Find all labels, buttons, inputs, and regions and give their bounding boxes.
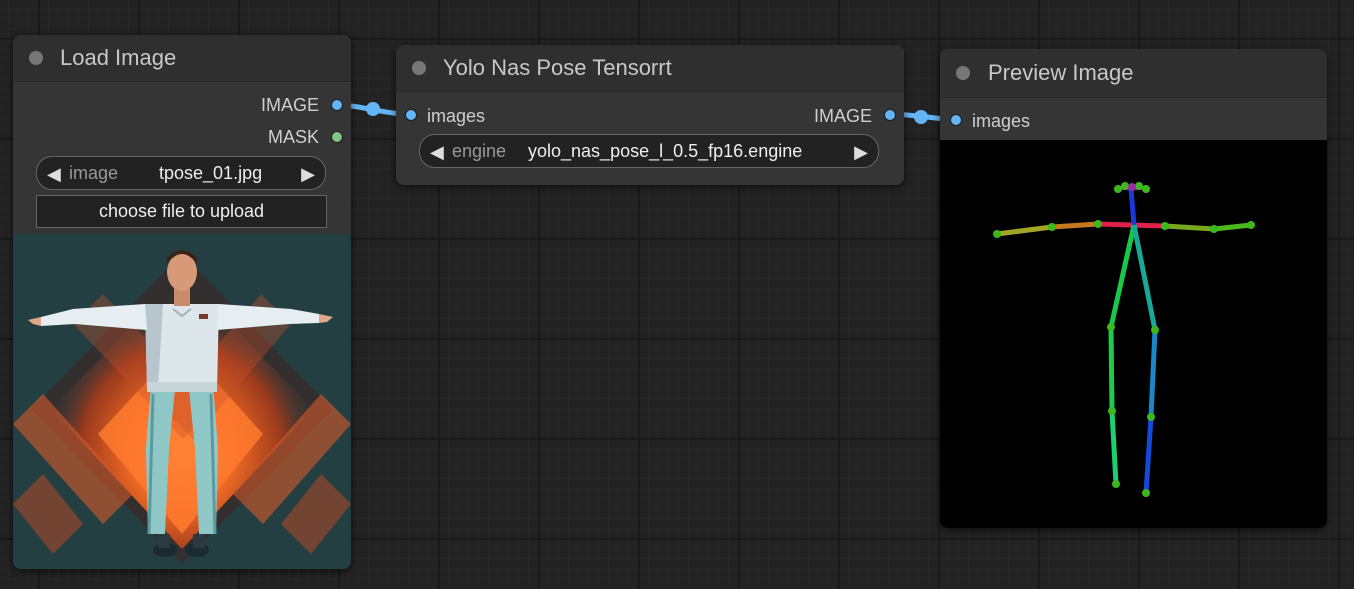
output-label-mask: MASK: [267, 127, 319, 147]
left-arrow-icon[interactable]: ◀: [430, 137, 444, 167]
pose-skeleton: [993, 182, 1255, 497]
output-slot-mask[interactable]: [331, 131, 343, 143]
yolo-nas-pose-node[interactable]: Yolo Nas Pose Tensorrt images IMAGE ◀ en…: [396, 45, 904, 185]
load-image-node[interactable]: Load Image IMAGE MASK ◀ image tpose_01.j…: [13, 35, 351, 569]
output-label-image: IMAGE: [260, 95, 319, 115]
image-combo-widget[interactable]: ◀ image tpose_01.jpg ▶: [36, 156, 326, 190]
load-image-title-bar[interactable]: Load Image: [13, 35, 351, 82]
widget-label: engine: [452, 141, 507, 161]
input-slot-images[interactable]: [950, 114, 962, 126]
output-label-image: IMAGE: [813, 106, 872, 126]
input-slot-images[interactable]: [405, 109, 417, 121]
node-title: Yolo Nas Pose Tensorrt: [443, 55, 672, 80]
upload-button[interactable]: choose file to upload: [36, 195, 327, 228]
input-label-images: images: [972, 111, 1031, 131]
left-arrow-icon[interactable]: ◀: [47, 159, 61, 189]
link-midpoint-1[interactable]: [366, 102, 380, 116]
link-midpoint-2[interactable]: [914, 110, 928, 124]
preview-output-image: [940, 140, 1327, 528]
input-label-images: images: [427, 106, 486, 126]
widget-label: image: [69, 163, 119, 183]
node-title: Load Image: [60, 45, 177, 70]
node-title: Preview Image: [988, 60, 1134, 85]
right-arrow-icon[interactable]: ▶: [301, 159, 315, 189]
widget-value: tpose_01.jpg: [159, 163, 263, 183]
tpose-illustration: [13, 234, 351, 569]
yolo-title-bar[interactable]: Yolo Nas Pose Tensorrt: [396, 45, 904, 92]
preview-image-node[interactable]: Preview Image images: [940, 49, 1327, 528]
node-status-dot-icon[interactable]: [29, 51, 43, 65]
output-slot-image[interactable]: [331, 99, 343, 111]
output-slot-image[interactable]: [884, 109, 896, 121]
node-status-dot-icon[interactable]: [956, 66, 970, 80]
loaded-image: [13, 234, 351, 569]
node-status-dot-icon[interactable]: [412, 61, 426, 75]
widget-value: yolo_nas_pose_l_0.5_fp16.engine: [528, 141, 803, 161]
engine-combo-widget[interactable]: ◀ engine yolo_nas_pose_l_0.5_fp16.engine…: [419, 134, 879, 168]
right-arrow-icon[interactable]: ▶: [854, 137, 868, 167]
preview-title-bar[interactable]: Preview Image: [940, 49, 1327, 98]
